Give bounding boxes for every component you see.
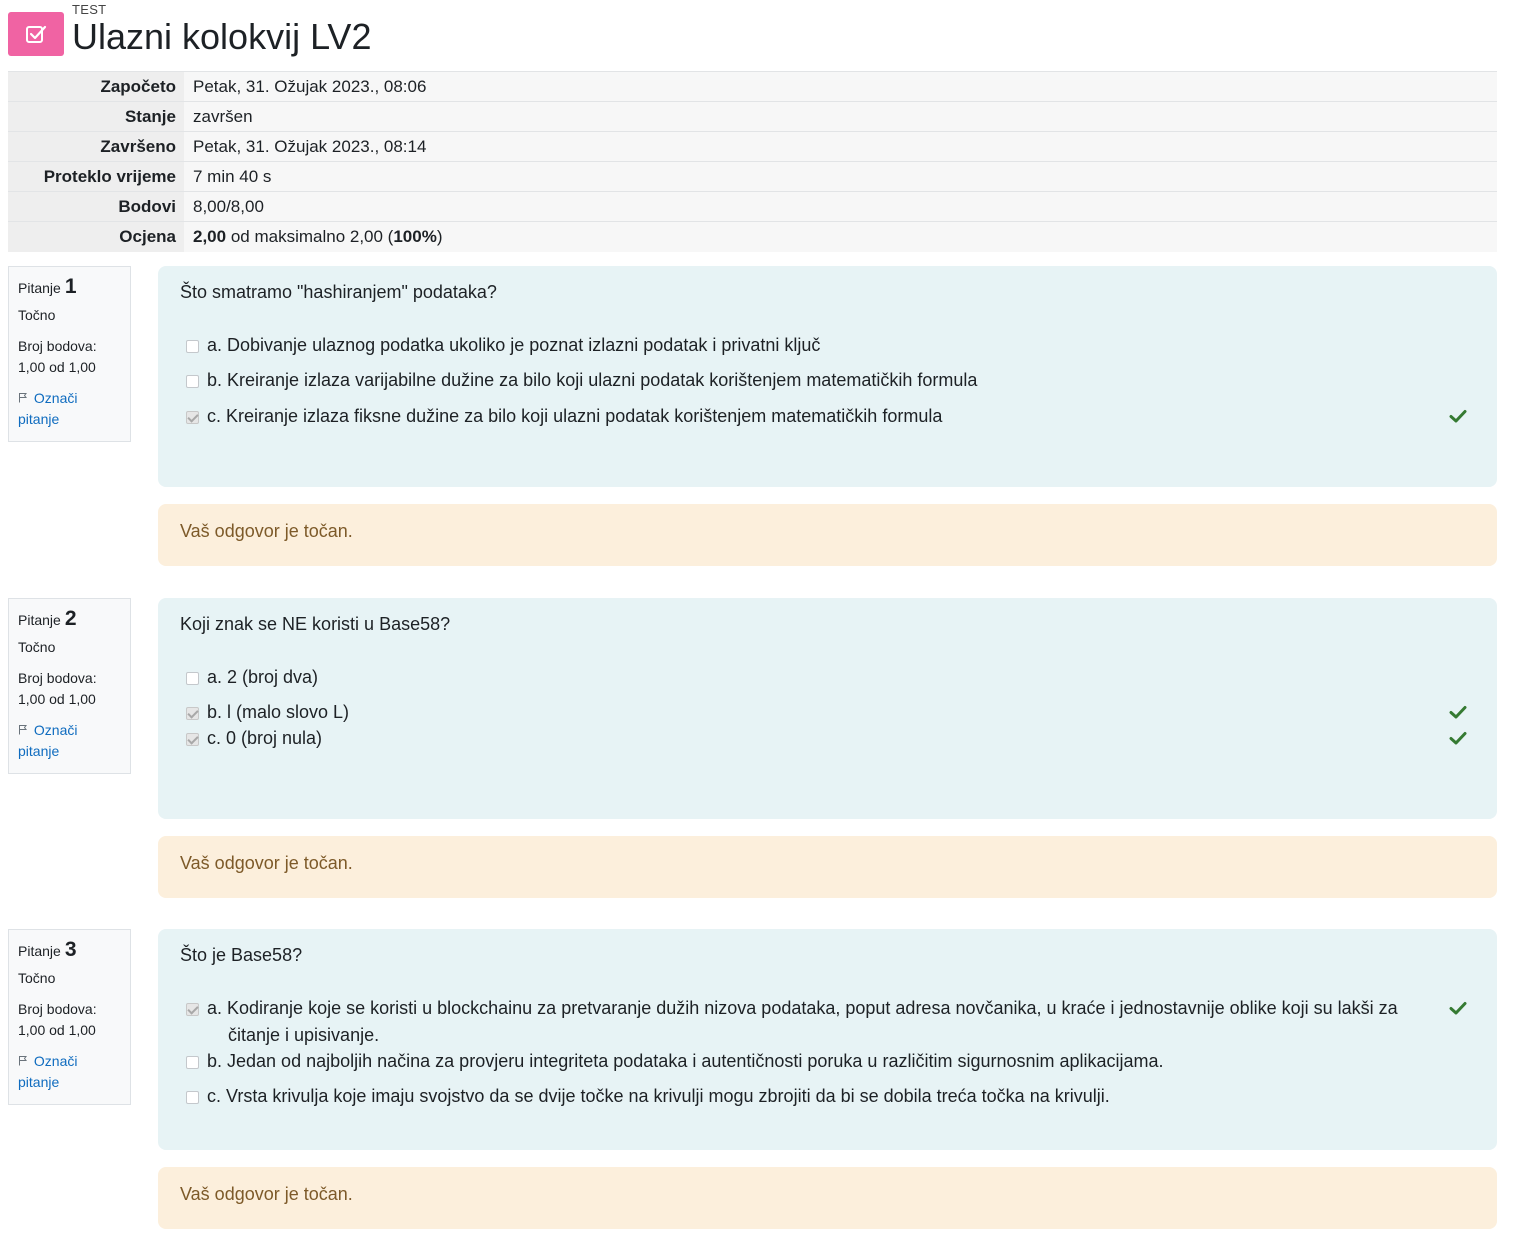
answer-option[interactable]: c. Vrsta krivulja koje imaju svojstvo da… — [186, 1083, 1467, 1110]
flag-label-2: pitanje — [18, 743, 60, 759]
grade-max-text: od maksimalno 2,00 ( — [226, 226, 394, 246]
flag-question-link[interactable]: Označi pitanje — [18, 1051, 121, 1093]
answer-checkbox-checked[interactable] — [186, 707, 199, 720]
flag-icon — [18, 388, 30, 409]
flag-icon — [18, 1051, 30, 1072]
answer-option[interactable]: c. 0 (broj nula) — [186, 725, 1467, 752]
summary-label: Završeno — [8, 131, 184, 162]
correct-check-icon — [1449, 1002, 1467, 1015]
flag-label-1: Označi — [33, 390, 78, 406]
summary-row-marks: Bodovi 8,00/8,00 — [8, 191, 1497, 222]
question-label: Pitanje — [18, 943, 61, 959]
answer-checkbox[interactable] — [186, 672, 199, 685]
question-state: Točno — [18, 970, 56, 986]
question-state: Točno — [18, 639, 56, 655]
summary-value: 7 min 40 s — [184, 161, 1497, 192]
question-text: Što je Base58? — [180, 945, 303, 965]
summary-value: 8,00/8,00 — [184, 191, 1497, 222]
answer-label: c. Kreiranje izlaza fiksne dužine za bil… — [207, 406, 943, 426]
correct-check-icon — [1449, 732, 1467, 745]
summary-row-grade: Ocjena 2,00 od maksimalno 2,00 (100%) — [8, 221, 1497, 252]
summary-value: Petak, 31. Ožujak 2023., 08:14 — [184, 131, 1497, 162]
question-label: Pitanje — [18, 612, 61, 628]
answer-option[interactable]: a. 2 (broj dva) — [186, 664, 1467, 691]
question-formulation-3: Što je Base58? a. Kodiranje koje se kori… — [158, 929, 1497, 1150]
question-grade-label: Broj bodova: — [18, 670, 97, 686]
question-info-1: Pitanje 1 Točno Broj bodova: 1,00 od 1,00 … — [8, 266, 131, 442]
question-text: Što smatramo "hashiranjem" podataka? — [180, 282, 497, 302]
answer-label-text: a. Kodiranje koje se koristi u blockchai… — [207, 998, 1398, 1018]
answer-label: c. Vrsta krivulja koje imaju svojstvo da… — [207, 1086, 1110, 1106]
question-grade-label: Broj bodova: — [18, 338, 97, 354]
answer-label: b. Jedan od najboljih načina za provjeru… — [207, 1051, 1164, 1071]
answer-checkbox-checked[interactable] — [186, 1003, 199, 1016]
grade-percent: 100% — [393, 226, 437, 246]
answer-option[interactable]: b. Kreiranje izlaza varijabilne dužine z… — [186, 367, 1467, 394]
grade-close-paren: ) — [436, 226, 443, 246]
answer-label: a. Kodiranje koje se koristi u blockchai… — [186, 995, 1467, 1049]
answer-option[interactable]: b. l (malo slovo L) — [186, 699, 1467, 726]
flag-question-link[interactable]: Označi pitanje — [18, 720, 121, 762]
summary-label: Započeto — [8, 71, 184, 102]
answer-checkbox[interactable] — [186, 1091, 199, 1104]
answer-label: b. l (malo slovo L) — [207, 702, 350, 722]
answer-label: a. 2 (broj dva) — [207, 667, 319, 687]
question-formulation-2: Koji znak se NE koristi u Base58? a. 2 (… — [158, 598, 1497, 819]
summary-row-state: Stanje završen — [8, 101, 1497, 132]
answer-option[interactable]: c. Kreiranje izlaza fiksne dužine za bil… — [186, 403, 1467, 430]
correct-check-icon — [1449, 706, 1467, 719]
question-feedback-2: Vaš odgovor je točan. — [158, 836, 1497, 898]
answer-option[interactable]: a. Kodiranje koje se koristi u blockchai… — [186, 995, 1467, 1049]
activity-type-label: TEST — [72, 2, 107, 17]
answer-checkbox[interactable] — [186, 340, 199, 353]
answer-label: c. 0 (broj nula) — [207, 728, 323, 748]
flag-label-2: pitanje — [18, 411, 60, 427]
question-label: Pitanje — [18, 280, 61, 296]
question-feedback-3: Vaš odgovor je točan. — [158, 1167, 1497, 1229]
summary-value: 2,00 od maksimalno 2,00 (100%) — [184, 221, 1497, 252]
grade-score: 2,00 — [193, 226, 227, 246]
flag-label-1: Označi — [33, 1053, 78, 1069]
summary-value: završen — [184, 101, 1497, 132]
quiz-checkbox-icon — [8, 12, 64, 56]
correct-check-icon — [1449, 410, 1467, 423]
question-grade-value: 1,00 od 1,00 — [18, 1022, 96, 1038]
summary-value: Petak, 31. Ožujak 2023., 08:06 — [184, 71, 1497, 102]
answer-checkbox-checked[interactable] — [186, 411, 199, 424]
answer-checkbox[interactable] — [186, 375, 199, 388]
flag-icon — [18, 720, 30, 741]
summary-row-completed: Završeno Petak, 31. Ožujak 2023., 08:14 — [8, 131, 1497, 162]
flag-label-1: Označi — [33, 722, 78, 738]
summary-label: Stanje — [8, 101, 184, 132]
question-grade-label: Broj bodova: — [18, 1001, 97, 1017]
question-text: Koji znak se NE koristi u Base58? — [180, 614, 451, 634]
flag-label-2: pitanje — [18, 1074, 60, 1090]
answer-label: a. Dobivanje ulaznog podatka ukoliko je … — [207, 335, 821, 355]
answer-checkbox[interactable] — [186, 1056, 199, 1069]
question-grade-value: 1,00 od 1,00 — [18, 691, 96, 707]
page-title: Ulazni kolokvij LV2 — [72, 16, 372, 57]
answer-option[interactable]: a. Dobivanje ulaznog podatka ukoliko je … — [186, 332, 1467, 359]
question-number: 2 — [64, 607, 77, 630]
question-grade-value: 1,00 od 1,00 — [18, 359, 96, 375]
question-number: 1 — [64, 275, 77, 298]
question-number: 3 — [64, 938, 77, 961]
answer-label-continuation: čitanje i upisivanje. — [228, 1025, 380, 1045]
attempt-summary-table: Započeto Petak, 31. Ožujak 2023., 08:06 … — [8, 71, 1497, 252]
answer-option[interactable]: b. Jedan od najboljih načina za provjeru… — [186, 1048, 1467, 1075]
question-info-2: Pitanje 2 Točno Broj bodova: 1,00 od 1,00 … — [8, 598, 131, 774]
page-header: TEST Ulazni kolokvij LV2 — [8, 0, 1497, 64]
summary-row-started: Započeto Petak, 31. Ožujak 2023., 08:06 — [8, 71, 1497, 102]
question-info-3: Pitanje 3 Točno Broj bodova: 1,00 od 1,00 … — [8, 929, 131, 1105]
answer-checkbox-checked[interactable] — [186, 733, 199, 746]
summary-label: Proteklo vrijeme — [8, 161, 184, 192]
flag-question-link[interactable]: Označi pitanje — [18, 388, 121, 430]
summary-row-time-taken: Proteklo vrijeme 7 min 40 s — [8, 161, 1497, 192]
question-state: Točno — [18, 307, 56, 323]
question-feedback-1: Vaš odgovor je točan. — [158, 504, 1497, 566]
summary-label: Bodovi — [8, 191, 184, 222]
question-formulation-1: Što smatramo "hashiranjem" podataka? a. … — [158, 266, 1497, 487]
summary-label: Ocjena — [8, 221, 184, 252]
answer-label: b. Kreiranje izlaza varijabilne dužine z… — [207, 370, 978, 390]
